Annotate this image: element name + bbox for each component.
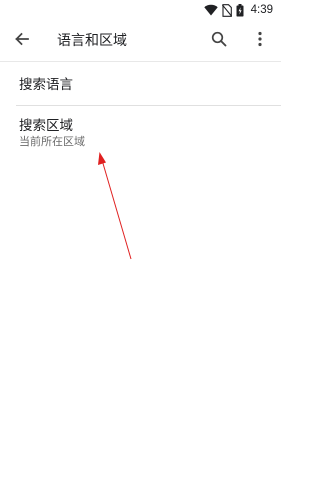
pref-title: 搜索区域 — [19, 118, 73, 134]
arrow-back-icon — [14, 31, 30, 51]
back-button[interactable] — [6, 25, 38, 57]
status-time: 4:39 — [250, 4, 273, 16]
pref-search-language[interactable]: 搜索语言 — [0, 62, 281, 105]
status-bar: 4:39 — [0, 0, 281, 20]
search-button[interactable] — [203, 25, 235, 57]
no-sim-icon — [221, 3, 232, 17]
wifi-icon — [203, 4, 218, 16]
more-vert-icon — [257, 31, 263, 51]
pref-title: 搜索语言 — [19, 77, 73, 93]
screen: 4:39 语言和区域 搜索语言 搜索区域 当前所在区域 — [0, 0, 281, 500]
battery-icon — [236, 3, 244, 17]
pref-summary: 当前所在区域 — [19, 135, 85, 148]
search-icon — [211, 31, 227, 51]
more-options-button[interactable] — [244, 25, 276, 57]
app-bar: 语言和区域 — [0, 20, 281, 62]
page-title: 语言和区域 — [57, 33, 127, 49]
status-icons: 4:39 — [203, 3, 273, 17]
pref-search-region[interactable]: 搜索区域 当前所在区域 — [0, 106, 281, 156]
